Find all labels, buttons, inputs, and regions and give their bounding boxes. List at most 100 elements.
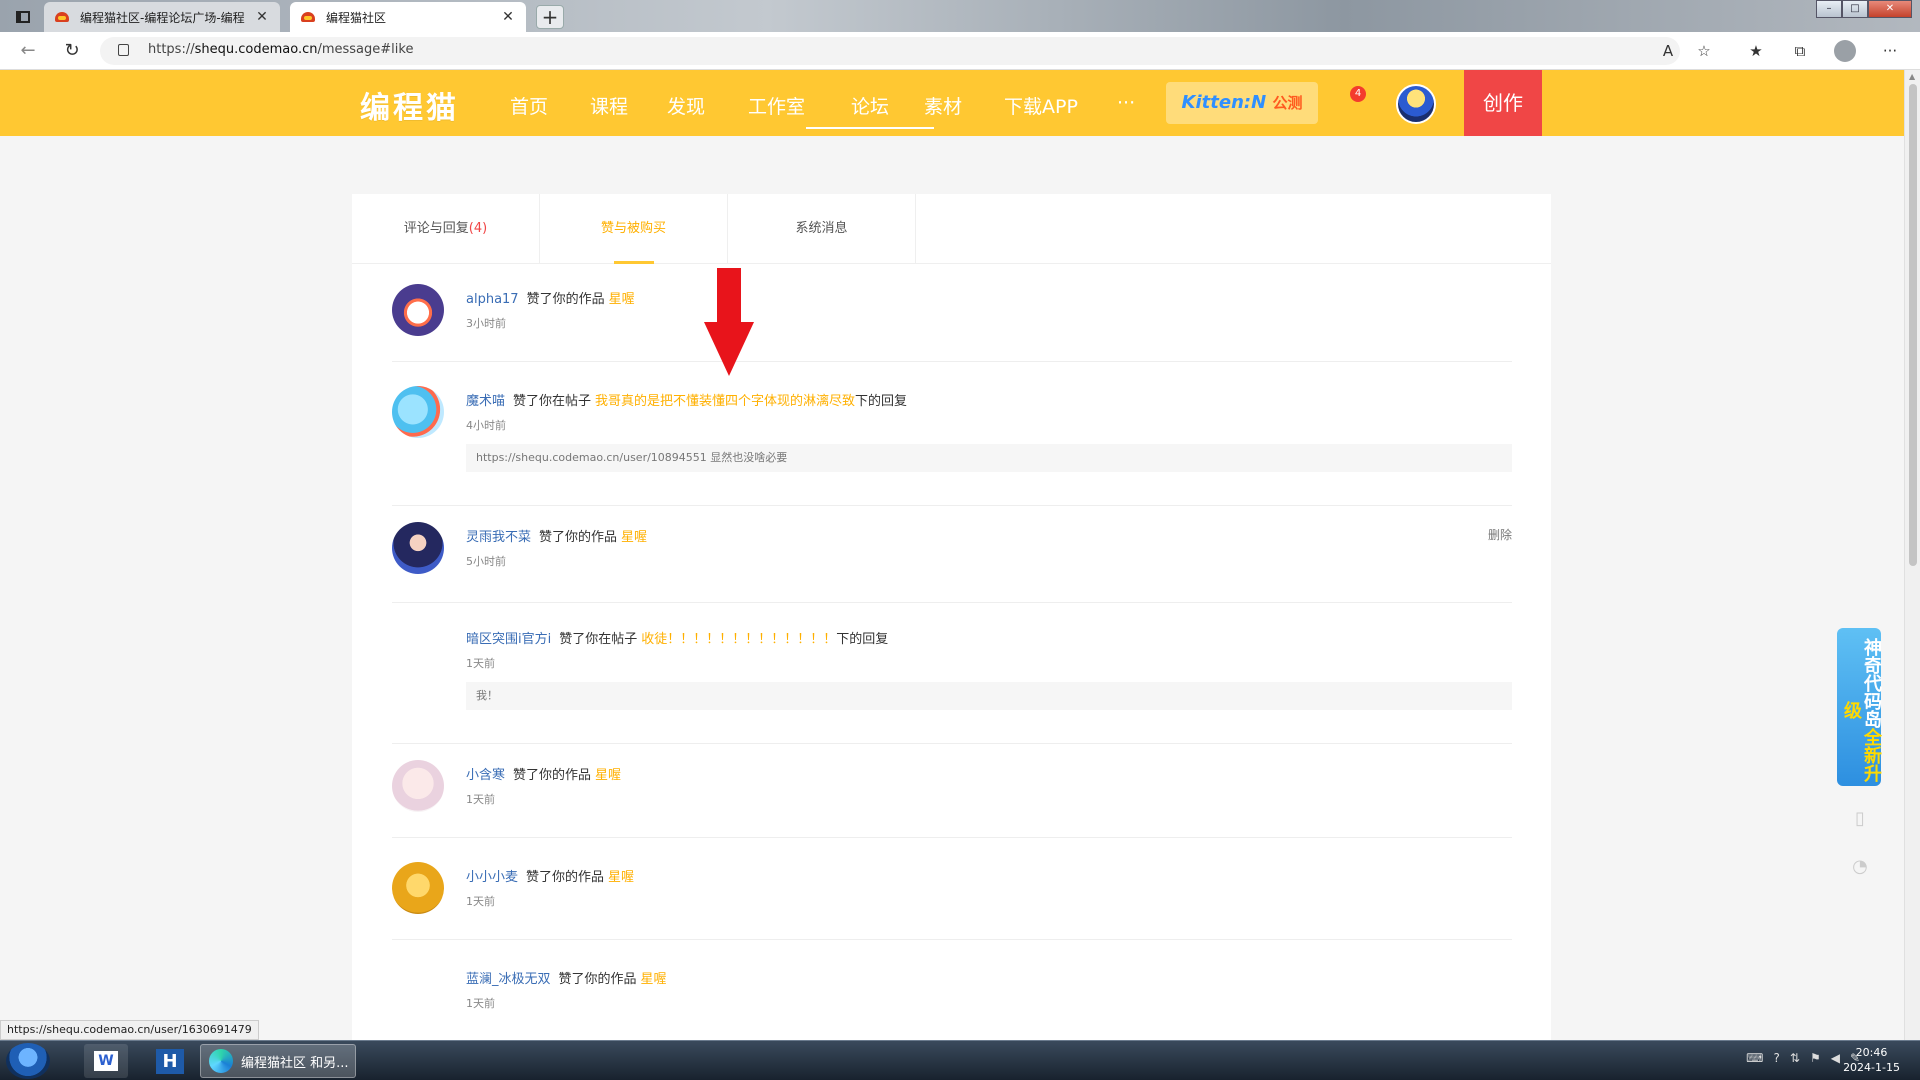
nav-forum[interactable]: 论坛 (806, 92, 934, 129)
avatar[interactable] (392, 760, 444, 812)
url-field[interactable]: https://shequ.codemao.cn/message#like (100, 37, 1680, 65)
close-window-button[interactable]: ✕ (1868, 0, 1912, 18)
address-bar: ← ↻ https://shequ.codemao.cn/message#lik… (0, 32, 1920, 70)
avatar[interactable] (1396, 84, 1436, 124)
status-link-preview: https://shequ.codemao.cn/user/1630691479 (0, 1020, 259, 1040)
username-link[interactable]: 魔术喵 (466, 394, 505, 409)
message-card: 评论与回复(4) 赞与被购买 系统消息 alpha17 赞了你的作品 星喔 3小时前… (352, 194, 1551, 1040)
target-link[interactable]: 星喔 (641, 972, 667, 987)
h-app-taskbar-icon[interactable]: H (148, 1044, 192, 1078)
message-time: 1天前 (466, 657, 495, 670)
favorites-icon[interactable]: ★ (1746, 41, 1766, 61)
kitten-n-badge[interactable]: Kitten:N 公测 (1166, 82, 1318, 124)
message-line: 灵雨我不菜 赞了你的作品 星喔 (466, 530, 648, 545)
message-time: 1天前 (466, 997, 495, 1010)
word-taskbar-icon[interactable]: W (84, 1044, 128, 1078)
lock-icon (118, 44, 129, 56)
avatar[interactable] (392, 522, 444, 574)
message-line: 蓝澜_冰极无双 赞了你的作品 星喔 (466, 972, 667, 987)
qq-icon[interactable]: ◔ (1845, 852, 1875, 882)
target-link[interactable]: 星喔 (609, 292, 635, 307)
browser-tab-1[interactable]: 编程猫社区-编程论坛广场-编程 ✕ (44, 2, 280, 32)
tab-comments-replies[interactable]: 评论与回复(4) (352, 194, 540, 264)
scroll-up-icon[interactable]: ▲ (1909, 72, 1915, 81)
red-arrow-annotation-icon (704, 268, 754, 376)
add-favorite-icon[interactable]: ☆ (1694, 41, 1714, 61)
back-icon[interactable]: ← (14, 38, 42, 64)
code-island-ad-banner[interactable]: 神奇代码岛全新升级 (1837, 628, 1882, 786)
nav-more[interactable]: ··· (1117, 92, 1135, 114)
username-link[interactable]: 暗区突围i官方i (466, 632, 551, 647)
username-link[interactable]: alpha17 (466, 292, 519, 307)
mobile-app-icon[interactable]: ▯ (1845, 804, 1875, 834)
refresh-icon[interactable]: ↻ (58, 38, 86, 64)
list-item: 灵雨我不菜 赞了你的作品 星喔 5小时前 删除 (392, 522, 1512, 598)
message-time: 4小时前 (466, 419, 506, 432)
taskbar-clock[interactable]: 20:46 2024-1-15 (1843, 1045, 1900, 1075)
message-line: 小小小麦 赞了你的作品 星喔 (466, 870, 635, 885)
username-link[interactable]: 蓝澜_冰极无双 (466, 972, 551, 987)
browser-tab-2[interactable]: 编程猫社区 ✕ (290, 2, 526, 32)
target-link[interactable]: 星喔 (608, 870, 634, 885)
edge-icon (209, 1049, 233, 1073)
nav-courses[interactable]: 课程 (590, 92, 628, 119)
start-button[interactable] (6, 1043, 50, 1079)
read-aloud-icon[interactable]: A (1658, 41, 1678, 61)
tab-actions-menu-icon[interactable] (6, 4, 40, 30)
new-tab-button[interactable]: + (536, 5, 564, 29)
reply-quote: https://shequ.codemao.cn/user/10894551 显… (466, 444, 1512, 472)
username-link[interactable]: 小小小麦 (466, 870, 518, 885)
list-item: 暗区突围i官方i 赞了你在帖子 收徒！！！！！！！！！！！！！下的回复 1天前 我！ (392, 624, 1512, 744)
minimize-button[interactable]: – (1816, 0, 1842, 18)
keyboard-icon[interactable]: ⌨ (1746, 1051, 1763, 1065)
scroll-thumb[interactable] (1909, 84, 1917, 566)
message-time: 1天前 (466, 895, 495, 908)
edge-taskbar-button[interactable]: 编程猫社区 和另... (200, 1044, 356, 1078)
username-link[interactable]: 小含寒 (466, 768, 505, 783)
nav-studio[interactable]: 工作室 (748, 92, 805, 119)
more-options-icon[interactable]: ··· (1880, 41, 1900, 61)
codemao-favicon-icon (54, 10, 70, 24)
list-item: 魔术喵 赞了你在帖子 我哥真的是把不懂装懂四个字体现的淋漓尽致下的回复 4小时前 h… (392, 386, 1512, 506)
volume-icon[interactable]: ◀ (1831, 1051, 1840, 1065)
target-link[interactable]: 收徒！！！！！！！！！！！！！ (641, 632, 836, 647)
network-icon[interactable]: ⇅ (1790, 1051, 1800, 1065)
window-controls: – □ ✕ (1816, 0, 1912, 18)
flag-icon[interactable]: ⚑ (1810, 1051, 1821, 1065)
nav-download-app[interactable]: 下载APP (1004, 92, 1078, 119)
close-tab-icon[interactable]: ✕ (500, 9, 516, 25)
target-link[interactable]: 我哥真的是把不懂装懂四个字体现的淋漓尽致 (595, 394, 855, 409)
maximize-button[interactable]: □ (1842, 0, 1868, 18)
nav-materials[interactable]: 素材 (924, 92, 962, 119)
tab-title: 编程猫社区-编程论坛广场-编程 (80, 10, 245, 25)
tab-likes-purchases[interactable]: 赞与被购买 (540, 194, 728, 264)
avatar[interactable] (392, 386, 444, 438)
list-item: alpha17 赞了你的作品 星喔 3小时前 (392, 284, 1512, 362)
message-line: alpha17 赞了你的作品 星喔 (466, 292, 635, 307)
target-link[interactable]: 星喔 (621, 530, 647, 545)
username-link[interactable]: 灵雨我不菜 (466, 530, 531, 545)
site-logo[interactable]: 编程猫 (360, 83, 459, 127)
delete-link[interactable]: 删除 (1488, 526, 1512, 543)
message-line: 小含寒 赞了你的作品 星喔 (466, 768, 622, 783)
help-icon[interactable]: ? (1774, 1051, 1780, 1065)
avatar[interactable] (392, 862, 444, 914)
reply-quote: 我！ (466, 682, 1512, 710)
list-item: 小含寒 赞了你的作品 星喔 1天前 (392, 760, 1512, 838)
nav-discover[interactable]: 发现 (667, 92, 705, 119)
notification-count-badge[interactable]: 4 (1350, 86, 1366, 102)
avatar[interactable] (392, 284, 444, 336)
list-item: 小小小麦 赞了你的作品 星喔 1天前 (392, 862, 1512, 940)
message-time: 1天前 (466, 793, 495, 806)
collections-icon[interactable]: ⧉ (1790, 41, 1810, 61)
message-line: 魔术喵 赞了你在帖子 我哥真的是把不懂装懂四个字体现的淋漓尽致下的回复 (466, 394, 908, 409)
target-link[interactable]: 星喔 (595, 768, 621, 783)
profile-icon[interactable] (1834, 40, 1856, 62)
message-line: 暗区突围i官方i 赞了你在帖子 收徒！！！！！！！！！！！！！下的回复 (466, 632, 889, 647)
tab-system-messages[interactable]: 系统消息 (728, 194, 916, 264)
close-tab-icon[interactable]: ✕ (254, 9, 270, 25)
nav-home[interactable]: 首页 (510, 92, 548, 119)
create-button[interactable]: 创作 (1464, 70, 1542, 136)
tab-title: 编程猫社区 (326, 10, 387, 25)
page-scrollbar[interactable]: ▲ (1904, 70, 1920, 1040)
